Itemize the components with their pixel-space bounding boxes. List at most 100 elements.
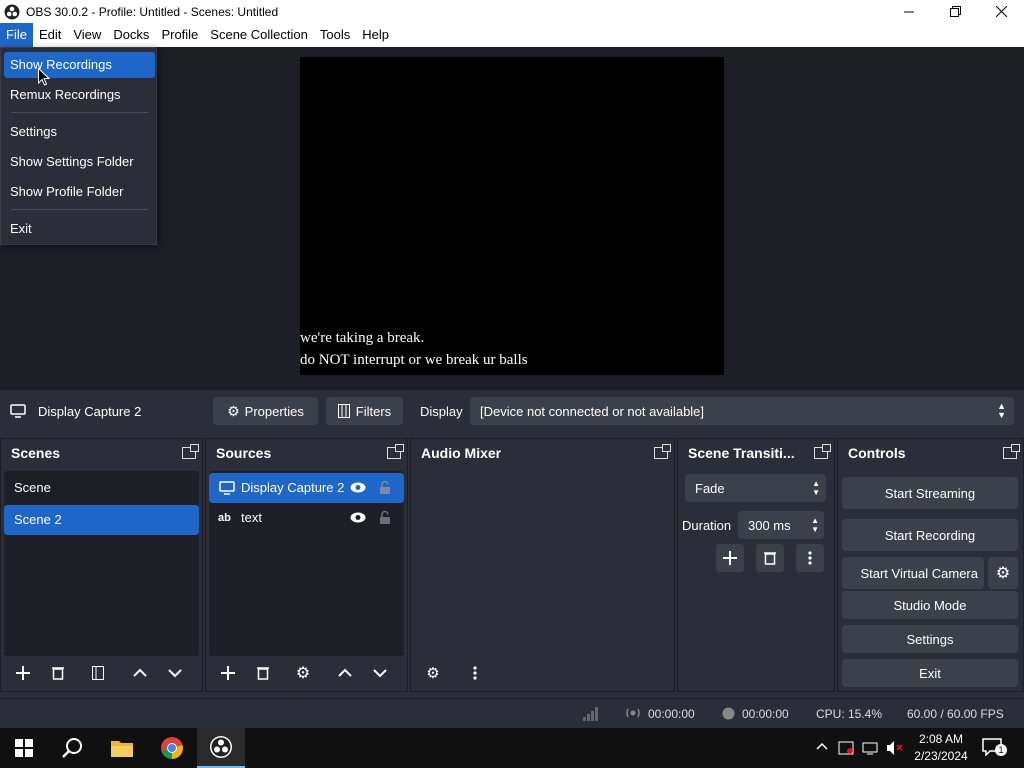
duration-spinbox[interactable]: 300 ms ▲ ▼ <box>738 511 824 539</box>
move-down-icon[interactable] <box>366 659 394 687</box>
menu-view[interactable]: View <box>67 23 107 47</box>
preview-canvas[interactable] <box>300 57 724 375</box>
source-item-selected[interactable]: Display Capture 2 <box>209 473 404 503</box>
start-recording-button[interactable]: Start Recording <box>842 519 1018 551</box>
exit-button[interactable]: Exit <box>842 659 1018 687</box>
undock-icon[interactable] <box>814 444 831 459</box>
menu-separator <box>11 209 148 210</box>
scene-item[interactable]: Scene <box>4 473 199 503</box>
menu-item-remux-recordings[interactable]: Remux Recordings <box>4 82 155 108</box>
menu-help[interactable]: Help <box>356 23 395 47</box>
more-options-icon[interactable] <box>796 544 824 572</box>
undock-icon[interactable] <box>654 444 671 459</box>
trash-icon[interactable] <box>249 659 277 687</box>
file-explorer-icon[interactable] <box>98 728 146 768</box>
move-up-icon[interactable] <box>331 659 359 687</box>
stream-status-icon <box>626 708 640 718</box>
menu-profile[interactable]: Profile <box>155 23 204 47</box>
source-item[interactable]: ab text <box>209 503 404 533</box>
undock-icon[interactable] <box>1003 444 1020 459</box>
menu-item-show-recordings[interactable]: Show Recordings <box>4 52 155 78</box>
spin-arrows-icon[interactable]: ▲ ▼ <box>811 516 819 534</box>
virtual-camera-settings-gear-icon[interactable]: ⚙ <box>988 557 1018 589</box>
close-button[interactable] <box>978 0 1024 23</box>
start-streaming-button[interactable]: Start Streaming <box>842 477 1018 509</box>
title-bar: OBS 30.0.2 - Profile: Untitled - Scenes:… <box>0 0 1024 23</box>
file-dropdown-menu: Show Recordings Remux Recordings Setting… <box>0 47 157 245</box>
network-icon[interactable] <box>862 740 878 756</box>
studio-mode-button[interactable]: Studio Mode <box>842 591 1018 619</box>
windows-taskbar: 2:08 AM 2/23/2024 1 <box>0 728 1024 768</box>
scene-item-selected[interactable]: Scene 2 <box>4 505 199 535</box>
display-select[interactable]: [Device not connected or not available] … <box>470 397 1014 425</box>
undock-icon[interactable] <box>387 444 404 459</box>
updown-arrows-icon: ▲ ▼ <box>812 479 820 497</box>
lock-icon[interactable] <box>379 480 391 495</box>
gear-icon: ⚙ <box>227 402 240 419</box>
windows-start-icon[interactable] <box>0 728 48 768</box>
filter-icon[interactable] <box>84 659 112 687</box>
trash-icon[interactable] <box>44 659 72 687</box>
trash-icon[interactable] <box>756 544 784 572</box>
filters-label: Filters <box>355 403 392 419</box>
chrome-icon[interactable] <box>148 728 196 768</box>
eye-icon[interactable] <box>350 512 366 523</box>
display-label: Display <box>420 404 463 419</box>
menu-file[interactable]: File <box>0 23 33 47</box>
scenes-title: Scenes <box>11 445 61 461</box>
controls-title: Controls <box>848 445 906 461</box>
menu-scene-collection[interactable]: Scene Collection <box>204 23 314 47</box>
duration-value: 300 ms <box>748 517 791 533</box>
restore-button[interactable] <box>932 0 978 23</box>
notification-count-badge: 1 <box>995 744 1007 756</box>
filters-button[interactable]: Filters <box>326 397 403 425</box>
add-icon[interactable] <box>214 659 242 687</box>
menu-tools[interactable]: Tools <box>314 23 356 47</box>
window-title: OBS 30.0.2 - Profile: Untitled - Scenes:… <box>26 4 279 19</box>
clock-time[interactable]: 2:08 AM <box>916 732 966 746</box>
mouse-cursor-icon <box>38 68 50 86</box>
lock-icon[interactable] <box>379 510 391 525</box>
properties-button[interactable]: ⚙ Properties <box>213 397 318 425</box>
menu-item-settings[interactable]: Settings <box>4 119 155 145</box>
menu-item-show-settings-folder[interactable]: Show Settings Folder <box>4 149 155 175</box>
settings-button[interactable]: Settings <box>842 625 1018 653</box>
eye-icon[interactable] <box>350 482 366 493</box>
add-icon[interactable] <box>9 659 37 687</box>
sources-dock: Sources Display Capture 2 ab text ⚙ <box>205 438 408 692</box>
add-transition-icon[interactable] <box>716 544 744 572</box>
gear-icon[interactable]: ⚙ <box>289 659 317 687</box>
sources-title: Sources <box>216 445 272 461</box>
controls-dock: Controls Start Streaming Start Recording… <box>837 438 1024 692</box>
move-down-icon[interactable] <box>161 659 189 687</box>
chevron-up-icon[interactable] <box>816 742 828 750</box>
menu-docks[interactable]: Docks <box>107 23 155 47</box>
clock-date[interactable]: 2/23/2024 <box>910 749 972 763</box>
record-status-icon <box>722 707 735 720</box>
move-up-icon[interactable] <box>126 659 154 687</box>
display-select-value: [Device not connected or not available] <box>480 403 705 419</box>
transition-select[interactable]: Fade ▲ ▼ <box>685 474 826 502</box>
notifications-icon[interactable]: 1 <box>982 738 1007 758</box>
start-virtual-camera-button[interactable]: Start Virtual Camera <box>842 557 984 589</box>
minimize-button[interactable] <box>886 0 932 23</box>
menu-edit[interactable]: Edit <box>33 23 67 47</box>
menu-item-exit[interactable]: Exit <box>4 216 155 242</box>
menu-separator <box>11 112 148 113</box>
transition-value: Fade <box>695 480 725 496</box>
cpu-usage: CPU: 15.4% <box>816 707 883 721</box>
volume-muted-icon[interactable] <box>886 740 904 756</box>
preview-text-line-1: we're taking a break. <box>300 330 425 346</box>
security-icon[interactable] <box>838 740 854 756</box>
advanced-audio-gear-icon[interactable]: ⚙ <box>419 659 447 687</box>
sources-list: Display Capture 2 ab text <box>209 471 404 656</box>
network-strength-icon <box>583 707 598 721</box>
audio-mixer-area <box>414 471 671 656</box>
search-icon[interactable] <box>48 728 96 768</box>
obs-taskbar-icon[interactable] <box>197 728 245 768</box>
menu-item-show-profile-folder[interactable]: Show Profile Folder <box>4 179 155 205</box>
monitor-icon <box>10 404 26 418</box>
text-icon: ab <box>218 512 231 524</box>
more-options-icon[interactable] <box>461 659 489 687</box>
undock-icon[interactable] <box>182 444 199 459</box>
